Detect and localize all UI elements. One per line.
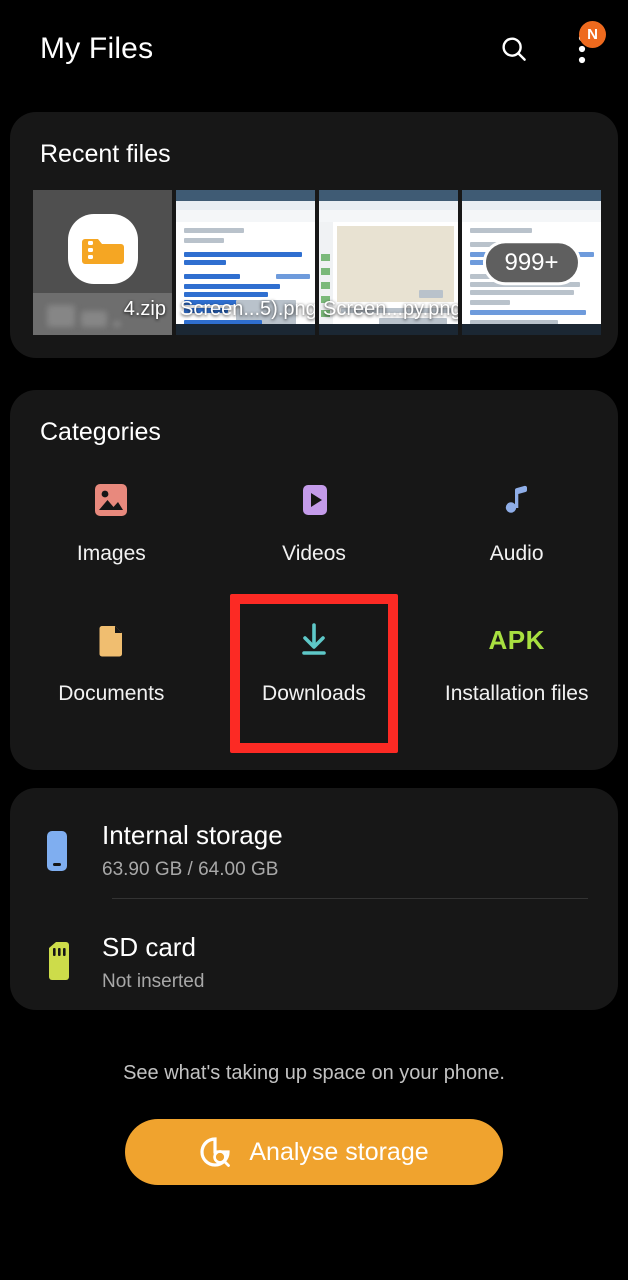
- category-label: Videos: [282, 542, 346, 565]
- storage-item-text: Internal storage 63.90 GB / 64.00 GB: [102, 820, 283, 881]
- apk-icon: APK: [488, 624, 545, 655]
- storage-divider: [112, 898, 588, 899]
- recent-file-label: Screen...py.png: [323, 298, 458, 320]
- page-title: My Files: [40, 32, 154, 65]
- analyse-storage-button[interactable]: Analyse storage: [125, 1119, 503, 1185]
- storage-hint-text: See what's taking up space on your phone…: [123, 1062, 505, 1084]
- my-files-screen: My Files N Recent files 4.zip Screen...5…: [0, 0, 628, 1280]
- storage-item-sdcard[interactable]: SD card Not inserted: [40, 932, 204, 993]
- category-label: Documents: [58, 682, 165, 705]
- category-label: Images: [76, 542, 146, 565]
- storage-name: Internal storage: [102, 820, 283, 850]
- categories-card: Categories Images Videos Audio Documents…: [10, 390, 618, 770]
- category-videos[interactable]: Videos: [213, 478, 416, 566]
- category-label: Installation files: [444, 682, 589, 705]
- phone-icon: [40, 828, 74, 874]
- category-label: Audio: [489, 542, 544, 565]
- recent-file-item[interactable]: Screen...5).png: [176, 190, 315, 335]
- analyse-storage-label: Analyse storage: [249, 1137, 429, 1166]
- storage-item-text: SD card Not inserted: [102, 932, 204, 993]
- documents-icon: [89, 618, 133, 662]
- category-documents[interactable]: Documents: [10, 618, 213, 706]
- file-count-badge: 999+: [482, 239, 581, 286]
- category-label: Downloads: [262, 682, 366, 705]
- zip-folder-icon: [67, 214, 138, 284]
- category-installation-files[interactable]: APK Installation files: [415, 618, 618, 706]
- categories-grid: Images Videos Audio Documents Downloads …: [10, 478, 618, 706]
- search-button[interactable]: [494, 27, 534, 71]
- header-actions: N: [494, 21, 606, 71]
- more-options-button[interactable]: N: [562, 21, 606, 71]
- downloads-icon: [292, 618, 336, 662]
- storage-item-internal[interactable]: Internal storage 63.90 GB / 64.00 GB: [40, 820, 283, 881]
- storage-name: SD card: [102, 932, 196, 962]
- storage-analyse-icon: [200, 1137, 231, 1167]
- recent-file-label: 4.zip: [123, 298, 166, 320]
- recent-file-item[interactable]: 4.zip: [33, 190, 172, 335]
- category-images[interactable]: Images: [10, 478, 213, 566]
- recent-file-item[interactable]: 999+: [462, 190, 601, 335]
- search-icon: [502, 37, 526, 61]
- storage-detail: Not inserted: [102, 971, 205, 992]
- notification-badge: N: [579, 21, 606, 48]
- storage-detail: 63.90 GB / 64.00 GB: [102, 859, 279, 880]
- recent-file-label: Screen...5).png: [180, 298, 315, 320]
- sd-card-icon: [40, 940, 74, 986]
- recent-files-card: Recent files 4.zip Screen...5).png Scree…: [10, 112, 618, 358]
- categories-title: Categories: [40, 418, 161, 446]
- category-downloads[interactable]: Downloads: [213, 618, 416, 706]
- app-header: My Files N: [0, 0, 628, 98]
- recent-file-item[interactable]: Screen...py.png: [319, 190, 458, 335]
- audio-icon: [495, 478, 539, 522]
- recent-files-list: 4.zip Screen...5).png Screen...py.png 99…: [33, 190, 601, 335]
- category-audio[interactable]: Audio: [415, 478, 618, 566]
- recent-files-title: Recent files: [40, 140, 171, 168]
- storage-card: Internal storage 63.90 GB / 64.00 GB SD …: [10, 788, 618, 1010]
- videos-icon: [292, 478, 336, 522]
- images-icon: [89, 478, 133, 522]
